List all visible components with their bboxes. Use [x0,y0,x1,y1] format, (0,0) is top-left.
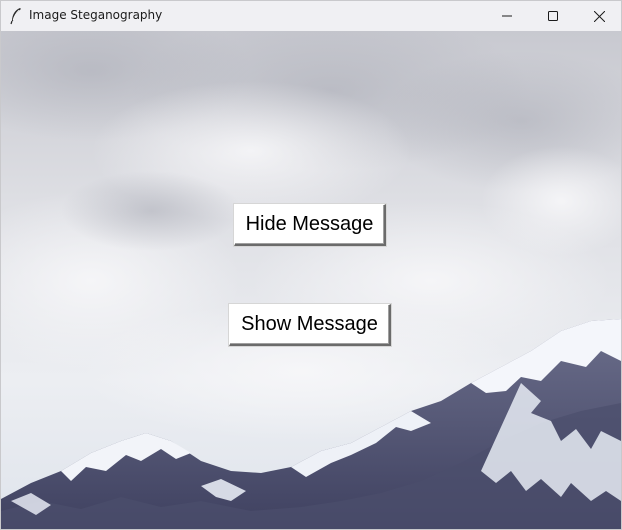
background-image [1,31,621,529]
show-message-button[interactable]: Show Message [229,304,391,346]
feather-icon [10,8,21,25]
title-bar[interactable]: Image Steganography [1,1,621,31]
close-icon [593,10,605,22]
minimize-icon [502,15,512,17]
main-canvas: Hide Message Show Message [1,31,621,529]
close-button[interactable] [576,1,621,31]
window-title: Image Steganography [29,8,163,22]
maximize-button[interactable] [530,1,576,31]
hide-message-button[interactable]: Hide Message [234,204,386,246]
maximize-icon [548,11,558,21]
app-window: Image Steganography Hide Message Show Me… [0,0,622,530]
minimize-button[interactable] [484,1,530,31]
